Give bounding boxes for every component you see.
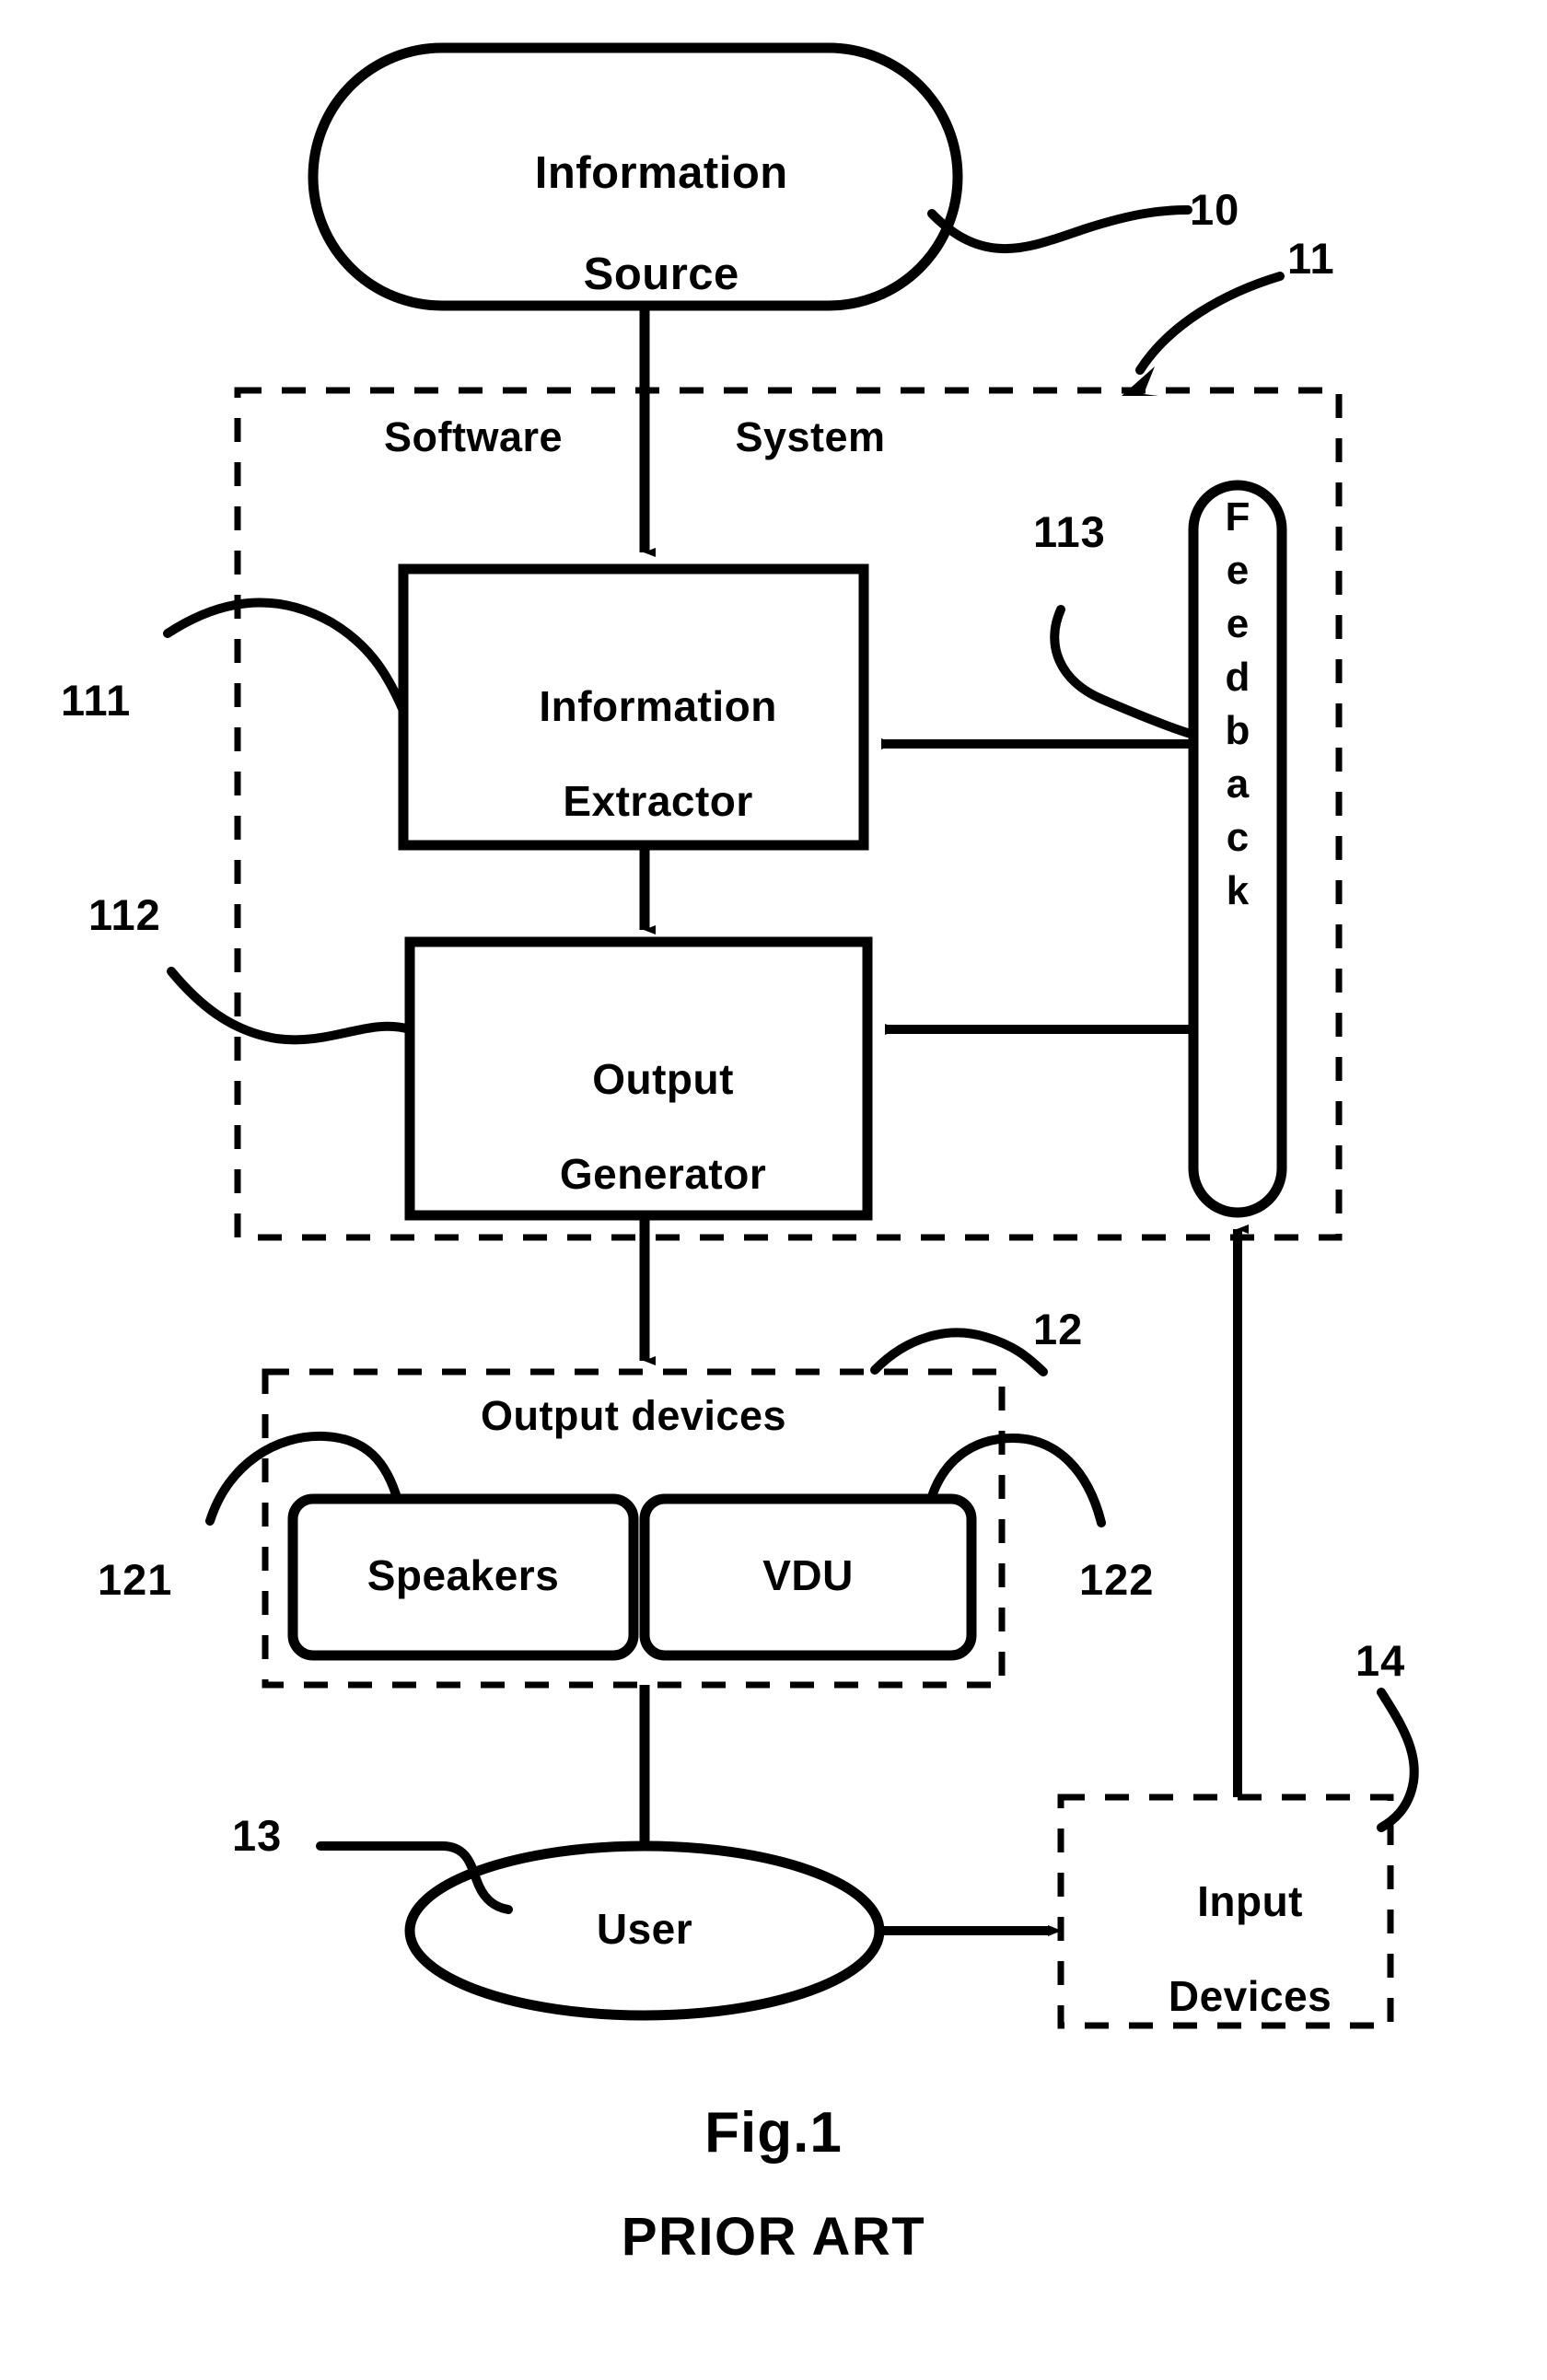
leader-line-113 xyxy=(1050,605,1195,738)
user-label: User xyxy=(596,1905,693,1953)
feedback-label: F e e d b a c k xyxy=(1193,497,1282,911)
leader-line-10 xyxy=(927,205,1192,254)
ref-num-14: 14 xyxy=(1355,1636,1406,1685)
information-source-line1: Information xyxy=(534,147,788,198)
figure-caption-sub: PRIOR ART xyxy=(621,2207,926,2267)
feedback-letter-2: e xyxy=(1226,601,1250,646)
feedback-letter-4: b xyxy=(1225,708,1250,753)
output-generator-line1: Output xyxy=(592,1054,734,1103)
information-extractor-label: Information Extractor xyxy=(403,635,864,873)
leader-line-112 xyxy=(167,967,414,1045)
input-devices-label: Input Devices xyxy=(1061,1830,1390,2068)
feedback-letter-7: k xyxy=(1226,868,1250,913)
leader-line-14 xyxy=(1377,1688,1419,1832)
leader-line-11 xyxy=(1122,272,1285,396)
ref-num-10: 10 xyxy=(1190,185,1240,234)
information-extractor-line1: Information xyxy=(539,681,777,730)
output-generator-label: Output Generator xyxy=(410,1008,867,1246)
ref-num-13: 13 xyxy=(232,1811,283,1860)
ref-num-12: 12 xyxy=(1033,1305,1084,1353)
figure-caption-main: Fig.1 xyxy=(704,2101,843,2165)
input-devices-line2: Devices xyxy=(1168,1971,1332,2020)
input-devices-line1: Input xyxy=(1197,1876,1304,1925)
ref-num-111: 111 xyxy=(61,676,132,725)
feedback-letter-3: d xyxy=(1225,655,1250,700)
leader-line-111 xyxy=(163,598,408,715)
ref-num-121: 121 xyxy=(98,1555,173,1604)
leader-line-12 xyxy=(870,1328,1048,1376)
information-extractor-line2: Extractor xyxy=(563,776,753,825)
feedback-letter-0: F xyxy=(1225,494,1250,540)
ref-num-11: 11 xyxy=(1287,234,1335,283)
feedback-letter-6: c xyxy=(1226,815,1250,860)
vdu-label: VDU xyxy=(762,1551,854,1599)
software-system-label-left: Software xyxy=(383,413,564,460)
feedback-letter-1: e xyxy=(1226,548,1250,593)
output-generator-line2: Generator xyxy=(559,1149,767,1198)
ref-num-112: 112 xyxy=(88,890,161,939)
speakers-label: Speakers xyxy=(366,1551,560,1599)
information-source-line2: Source xyxy=(583,249,739,299)
software-system-label-right: System xyxy=(735,413,886,460)
patent-figure-page: Information Source 10 11 Software System… xyxy=(0,0,1547,2380)
ref-num-122: 122 xyxy=(1079,1555,1155,1604)
information-source-label: Information Source xyxy=(359,98,912,350)
feedback-letter-5: a xyxy=(1226,761,1250,807)
output-devices-label: Output devices xyxy=(480,1392,787,1439)
ref-num-113: 113 xyxy=(1033,507,1106,556)
